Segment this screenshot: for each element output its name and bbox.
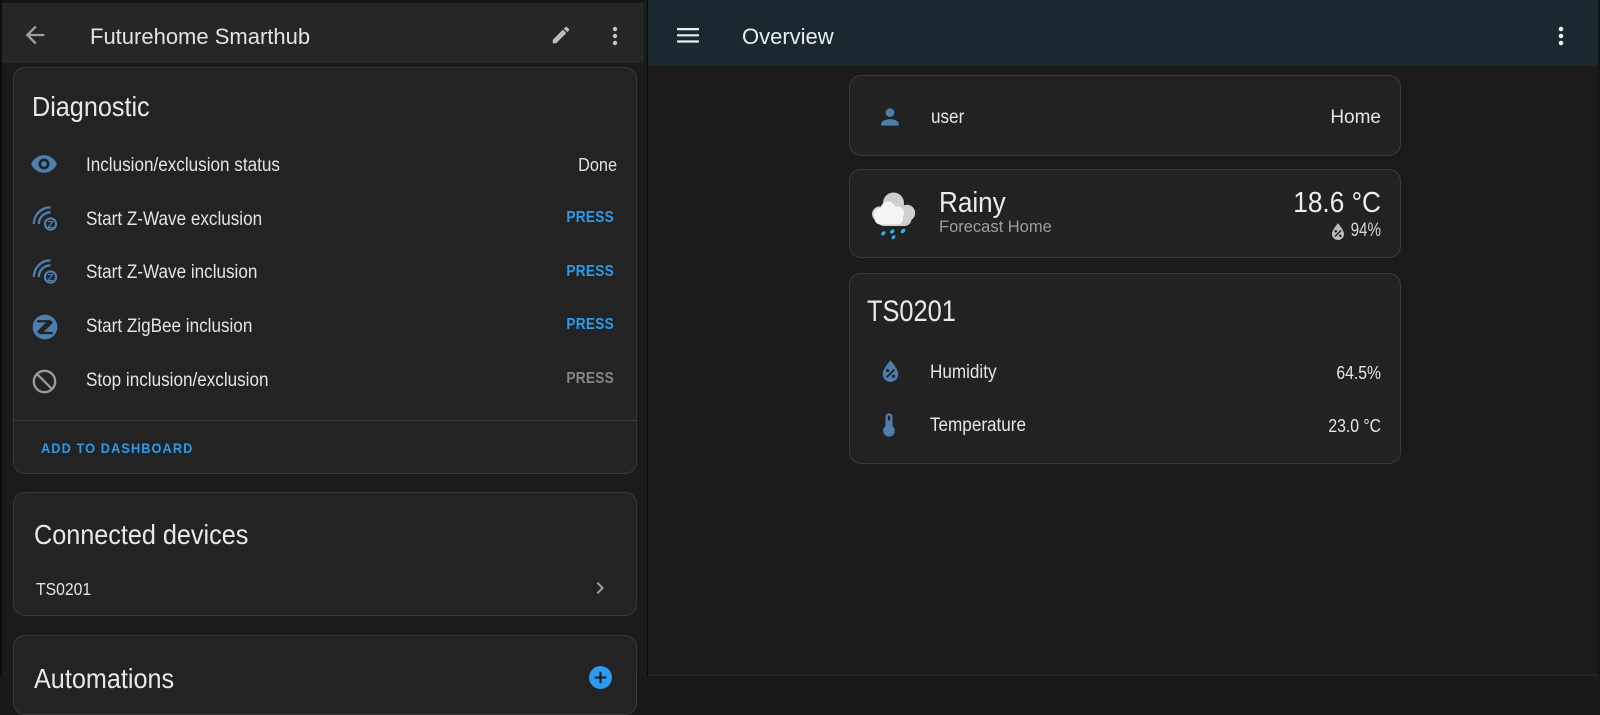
svg-text:Z: Z [47,272,54,284]
svg-text:Z: Z [47,219,54,231]
